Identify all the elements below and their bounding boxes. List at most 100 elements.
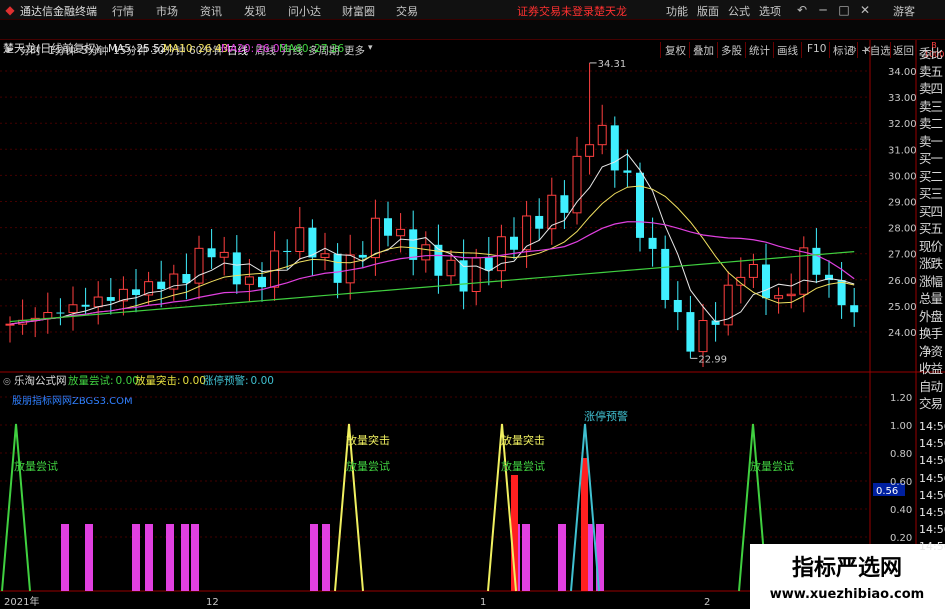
menu-options[interactable]: 选项 <box>759 3 781 19</box>
main-legend-name: 楚天龙(日线前复权) <box>3 41 100 55</box>
tick-time: 14:56 <box>919 506 945 519</box>
side-quote-label[interactable]: 买二 <box>919 169 943 184</box>
maximize-icon[interactable]: □ <box>836 2 852 18</box>
candle-body-up <box>748 264 758 278</box>
legend-ma5-label: MA5: <box>108 43 134 55</box>
sub-axis-label: 1.20 <box>890 393 912 404</box>
candle-body-down <box>409 229 418 260</box>
watermark-url: www.xuezhibiao.com <box>770 587 924 602</box>
candle-body-up <box>471 257 481 293</box>
legend-ma60-label: MA60: <box>279 43 312 55</box>
minimize-icon[interactable]: ─ <box>815 2 831 18</box>
legend-ma60-value: 27.26 <box>314 43 344 55</box>
volume-bar <box>181 524 189 591</box>
volume-bar <box>522 524 530 591</box>
nav-market[interactable]: 市场 <box>156 3 178 19</box>
side-quote-panel: 委比卖五卖四卖三卖二卖一买一买二买三买四买五现价涨跌涨幅总量外盘换手净资收益自动… <box>917 40 945 609</box>
warn-spike-label: 涨停预警 <box>584 409 628 423</box>
side-quote-label[interactable]: 委比 <box>919 46 943 61</box>
price-label: 31.00 <box>888 145 917 156</box>
candle-body-up <box>446 259 456 277</box>
side-quote-label[interactable]: 自动 <box>919 379 943 394</box>
menu-formula[interactable]: 公式 <box>728 3 750 19</box>
tick-time: 14:56 <box>919 540 945 554</box>
sub-axis-label: 0.80 <box>890 449 912 460</box>
sub-axis-label: 0.20 <box>890 533 912 544</box>
side-quote-label[interactable]: 卖四 <box>919 81 943 96</box>
candle-body-down <box>358 254 367 258</box>
guest-label[interactable]: 游客 <box>893 3 915 19</box>
side-quote-label[interactable]: 买三 <box>919 186 943 201</box>
try-spike-label: 放量尝试 <box>14 459 58 473</box>
tick-time: 14:56 <box>919 420 945 433</box>
surge-spike <box>334 423 364 592</box>
sub-try: 放量尝试: 0.00 <box>68 374 139 387</box>
nav-discover[interactable]: 发现 <box>244 3 266 19</box>
side-quote-label[interactable]: 外盘 <box>919 309 943 324</box>
side-quote-label[interactable]: 收益 <box>919 361 943 376</box>
date-label: 2021年 <box>4 595 39 608</box>
side-quote-label[interactable]: 交易 <box>919 396 943 411</box>
side-quote-label[interactable]: 总量 <box>919 291 943 306</box>
close-icon[interactable]: ✕ <box>857 2 873 18</box>
candle-body-up <box>799 247 809 295</box>
candle-body-up <box>244 276 254 285</box>
nav-wealth[interactable]: 财富圈 <box>342 3 375 19</box>
volume-bar <box>132 524 140 591</box>
candle-body-down <box>686 312 695 352</box>
nav-news[interactable]: 资讯 <box>200 3 222 19</box>
close-panel-icon[interactable]: ✕ <box>863 45 871 56</box>
volume-bar <box>310 524 318 591</box>
side-quote-label[interactable]: 买四 <box>919 204 943 219</box>
nav-ask[interactable]: 问小达 <box>288 3 321 19</box>
side-quote-label[interactable]: 卖三 <box>919 99 943 114</box>
side-quote-label[interactable]: 净资 <box>919 344 943 359</box>
candle-body-down <box>232 252 241 285</box>
back-icon[interactable]: ↶ <box>794 2 810 18</box>
sub-gear-icon[interactable]: ◎ <box>3 377 11 387</box>
side-quote-label[interactable]: 现价 <box>919 239 943 254</box>
candle-body-up <box>219 251 229 258</box>
candle-body-up <box>572 155 582 214</box>
candle-body-up <box>320 253 330 258</box>
nav-quotes[interactable]: 行情 <box>112 3 134 19</box>
legend-gear-icon[interactable]: ◎ <box>96 45 104 55</box>
price-label: 28.00 <box>888 224 917 235</box>
candle-body-down <box>157 281 166 290</box>
side-quote-label[interactable]: 卖二 <box>919 116 943 131</box>
side-quote-label[interactable]: 涨幅 <box>919 274 943 289</box>
side-quote-label[interactable]: 涨跌 <box>919 256 943 271</box>
legend-ma60: MA60: 27.26 <box>279 43 345 55</box>
kline-chart-panel: 楚天龙(日线前复权) ◎ MA5: 25.52 MA10: 26.43 MA20: 2… <box>0 40 945 609</box>
side-quote-label[interactable]: 买五 <box>919 221 943 236</box>
price-label: 29.00 <box>888 198 917 209</box>
settings-icon[interactable]: ⚙ <box>848 45 857 56</box>
source-watermark: 股朋指标网网ZBGS3.COM <box>12 394 133 407</box>
side-quote-label[interactable]: 换手 <box>919 326 943 341</box>
volume-bar <box>61 524 69 591</box>
sub-try-label: 放量尝试: <box>68 374 114 387</box>
candle-body-up <box>585 144 595 157</box>
candle-body-down <box>812 247 821 275</box>
side-quote-label[interactable]: 买一 <box>919 151 943 166</box>
menu-function[interactable]: 功能 <box>666 3 688 19</box>
site-watermark: 指标严选网 www.xuezhibiao.com <box>750 544 945 609</box>
tick-time: 14:56 <box>919 523 945 537</box>
candle-body-down <box>850 305 859 313</box>
login-alert[interactable]: 证券交易未登录 <box>517 3 594 19</box>
volume-bar <box>191 524 199 591</box>
candle-body-down <box>837 280 846 306</box>
candle-body-down <box>384 218 392 236</box>
candle-body-down <box>510 236 518 250</box>
menu-layout[interactable]: 版面 <box>697 3 719 19</box>
side-quote-label[interactable]: 卖一 <box>919 134 943 149</box>
candle-body-up <box>295 227 305 253</box>
legend-ma10-label: MA10: <box>163 43 196 55</box>
sub-indicator-name: 乐淘公式网 <box>14 374 67 387</box>
side-quote-label[interactable]: 卖五 <box>919 64 943 79</box>
sub-warn-value: 0.00 <box>251 375 274 387</box>
price-label: 34.00 <box>888 67 917 78</box>
nav-trade[interactable]: 交易 <box>396 3 418 19</box>
try-spike-label: 放量尝试 <box>750 459 794 473</box>
candle-body-down <box>258 276 266 288</box>
